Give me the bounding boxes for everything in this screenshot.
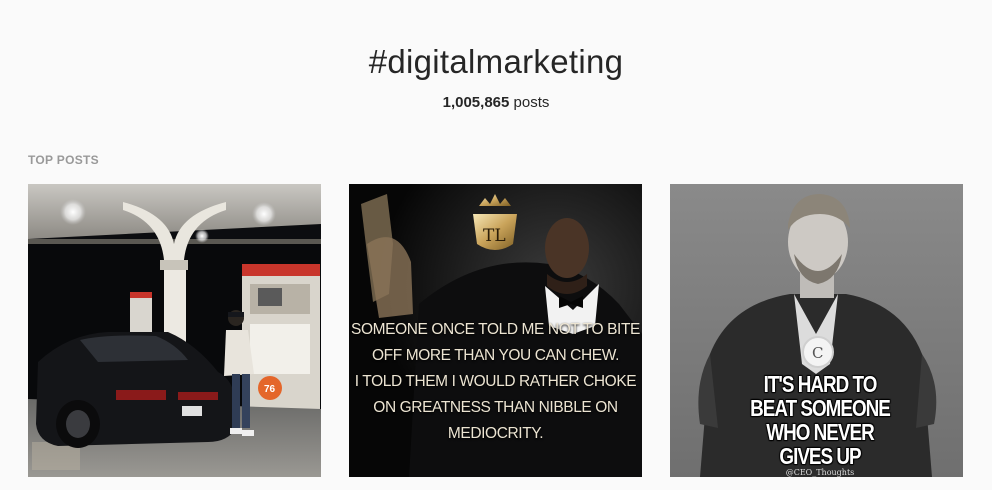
quote3-line-1: IT'S HARD TO	[763, 371, 878, 397]
top-post-1[interactable]: 76	[28, 184, 321, 477]
quote-line-1: SOMEONE ONCE TOLD ME NOT TO BITE	[351, 321, 640, 338]
post-count-unit: posts	[509, 94, 550, 111]
post-count-number: 1,005,865	[442, 94, 510, 111]
quote3-handle: @CEO_Thoughts	[785, 468, 855, 477]
top-posts-label: TOP POSTS	[28, 153, 99, 167]
top-post-2[interactable]: TL SOMEONE ONCE TOLD ME NOT TO BITE OFF …	[349, 184, 642, 477]
quote3-line-2: BEAT SOMEONE	[750, 395, 891, 421]
ceo-logo-text: C	[812, 344, 823, 362]
quote-line-2: OFF MORE THAN YOU CAN CHEW.	[372, 347, 619, 364]
top-post-3[interactable]: C IT'S HARD TO BEAT SOMEONE WHO NEVER GI…	[670, 184, 963, 477]
quote3-line-3: WHO NEVER	[766, 419, 874, 445]
quote-line-3: I TOLD THEM I WOULD RATHER CHOKE	[354, 373, 637, 390]
hashtag-title: #digitalmarketing	[368, 43, 624, 80]
quote3-line-4: GIVES UP	[779, 443, 861, 469]
quote-line-5: MEDIOCRITY.	[447, 425, 544, 442]
station-logo-text: 76	[264, 384, 276, 395]
hashtag-header: #digitalmarketing 1,005,865 posts	[0, 40, 992, 111]
quote-line-4: ON GREATNESS THAN NIBBLE ON	[373, 399, 618, 416]
post-1-image: 76	[28, 184, 321, 477]
tl-logo-text: TL	[483, 226, 506, 246]
post-count: 1,005,865 posts	[0, 94, 992, 111]
